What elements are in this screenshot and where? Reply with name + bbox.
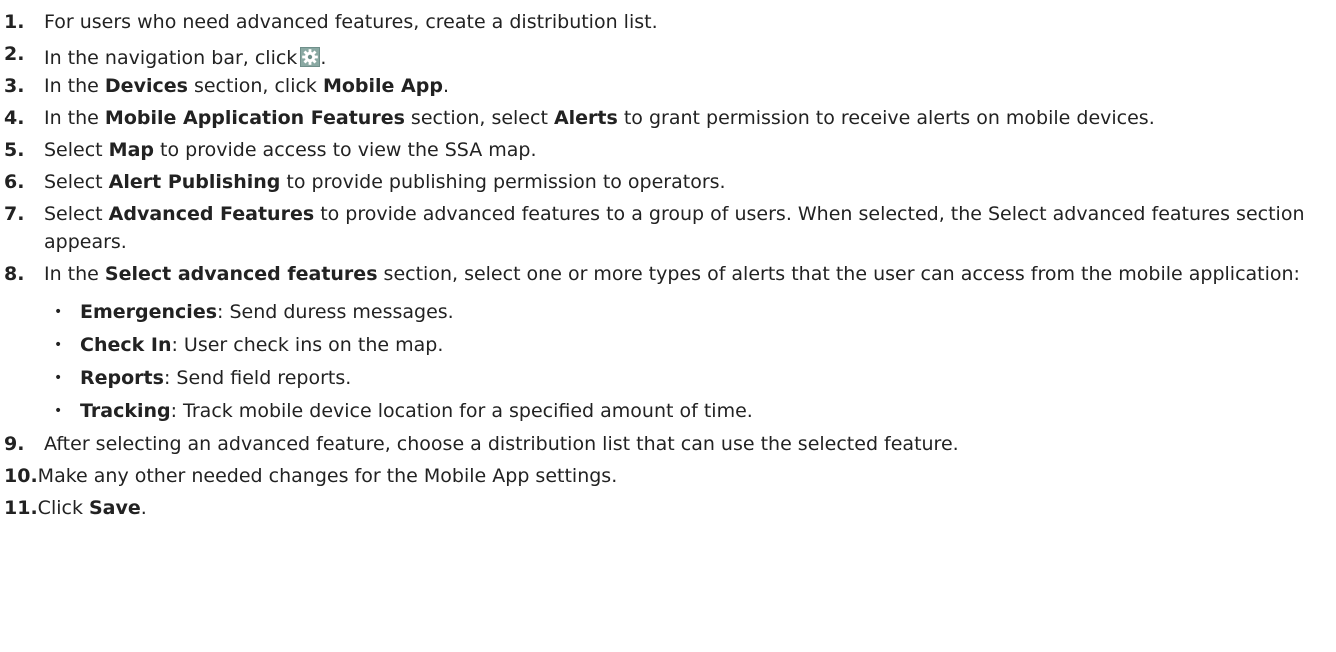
step-term: Devices <box>104 75 188 97</box>
step-term: Mobile Application Features <box>104 107 405 129</box>
feature-desc: : Send duress messages. <box>217 301 454 323</box>
step-text-part: to provide access to view the SSA map. <box>154 139 537 161</box>
list-item-reports: • Reports: Send field reports. <box>44 364 1336 392</box>
feature-desc: : User check ins on the map. <box>171 334 444 356</box>
step-number: 10. <box>4 465 38 487</box>
step-text: Select Advanced Features to provide adva… <box>44 203 1305 253</box>
step-text: Click Save. <box>38 497 147 519</box>
step-text: In the navigation bar, click . <box>44 47 326 69</box>
step-text-part: . <box>442 75 450 97</box>
step-1: 1. For users who need advanced features,… <box>0 8 1336 36</box>
step-text-part: section, select <box>404 107 554 129</box>
step-text: After selecting an advanced feature, cho… <box>44 433 959 455</box>
feature-term: Reports <box>80 367 164 389</box>
step-8: 8. In the Select advanced features secti… <box>0 260 1336 425</box>
list-item-emergencies: • Emergencies: Send duress messages. <box>44 298 1336 326</box>
feature-term: Check In <box>80 334 172 356</box>
step-term: Map <box>108 139 154 161</box>
step-text-part: Select <box>44 171 109 193</box>
gear-icon <box>300 47 321 67</box>
step-5: 5. Select Map to provide access to view … <box>0 136 1336 164</box>
step-number: 11. <box>4 497 38 519</box>
bullet: • <box>54 304 63 320</box>
step-text: In the Mobile Application Features secti… <box>44 107 1155 129</box>
step-number: 9. <box>4 433 25 455</box>
step-term: Advanced Features <box>108 203 315 225</box>
step-term: Alert Publishing <box>108 171 281 193</box>
list-item-tracking: • Tracking: Track mobile device location… <box>44 397 1336 425</box>
step-11: 11.Click Save. <box>0 494 1336 522</box>
step-4: 4. In the Mobile Application Features se… <box>0 104 1336 132</box>
step-text-part: Click <box>37 497 89 519</box>
step-text: Make any other needed changes for the Mo… <box>38 465 618 487</box>
step-number: 2. <box>4 43 25 65</box>
step-text: Select Map to provide access to view the… <box>44 139 537 161</box>
step-number: 6. <box>4 171 25 193</box>
step-number: 1. <box>4 11 25 33</box>
step-text-part: In the <box>44 107 105 129</box>
step-text: In the Devices section, click Mobile App… <box>44 75 449 97</box>
step-text-part: section, select one or more types of ale… <box>377 263 1300 285</box>
bullet: • <box>54 337 63 353</box>
step-text-part: . <box>320 47 327 69</box>
instruction-steps: 1. For users who need advanced features,… <box>0 8 1336 526</box>
step-number: 8. <box>4 263 25 285</box>
bullet: • <box>54 403 63 419</box>
step-number: 4. <box>4 107 25 129</box>
step-number: 3. <box>4 75 25 97</box>
step-number: 7. <box>4 203 25 225</box>
step-term: Alerts <box>553 107 618 129</box>
step-text-part: section, click <box>187 75 323 97</box>
step-text-part: Make any other needed changes for the Mo… <box>37 465 618 487</box>
feature-term: Tracking <box>80 400 171 422</box>
step-10: 10.Make any other needed changes for the… <box>0 462 1336 490</box>
step-number: 5. <box>4 139 25 161</box>
step-text-part: . <box>140 497 147 519</box>
feature-term: Emergencies <box>80 301 218 323</box>
step-9: 9. After selecting an advanced feature, … <box>0 430 1336 458</box>
step-text: Select Alert Publishing to provide publi… <box>44 171 726 193</box>
step-text-part: Select <box>44 203 109 225</box>
step-7: 7. Select Advanced Features to provide a… <box>0 200 1336 256</box>
step-term: Mobile App <box>322 75 443 97</box>
step-text-part: In the <box>44 263 105 285</box>
feature-desc: : Send field reports. <box>163 367 352 389</box>
step-text-part: Select <box>44 139 109 161</box>
step-text-part: In the navigation bar, click <box>44 47 298 69</box>
step-text: In the Select advanced features section,… <box>44 263 1300 285</box>
step-2: 2. In the navigation bar, click . <box>0 40 1336 69</box>
step-text: For users who need advanced features, cr… <box>44 11 658 33</box>
bullet: • <box>54 370 63 386</box>
step-text-part: to provide publishing permission to oper… <box>280 171 726 193</box>
step-text-part: For users who need advanced features, cr… <box>44 11 658 33</box>
step-6: 6. Select Alert Publishing to provide pu… <box>0 168 1336 196</box>
step-text-part: to grant permission to receive alerts on… <box>617 107 1155 129</box>
step-text-part: After selecting an advanced feature, cho… <box>44 433 959 455</box>
step-3: 3. In the Devices section, click Mobile … <box>0 72 1336 100</box>
advanced-features-list: • Emergencies: Send duress messages. • C… <box>44 298 1336 425</box>
feature-desc: : Track mobile device location for a spe… <box>170 400 753 422</box>
list-item-check-in: • Check In: User check ins on the map. <box>44 331 1336 359</box>
step-text-part: In the <box>44 75 105 97</box>
step-term: Save <box>89 497 141 519</box>
step-term: Select advanced features <box>104 263 378 285</box>
